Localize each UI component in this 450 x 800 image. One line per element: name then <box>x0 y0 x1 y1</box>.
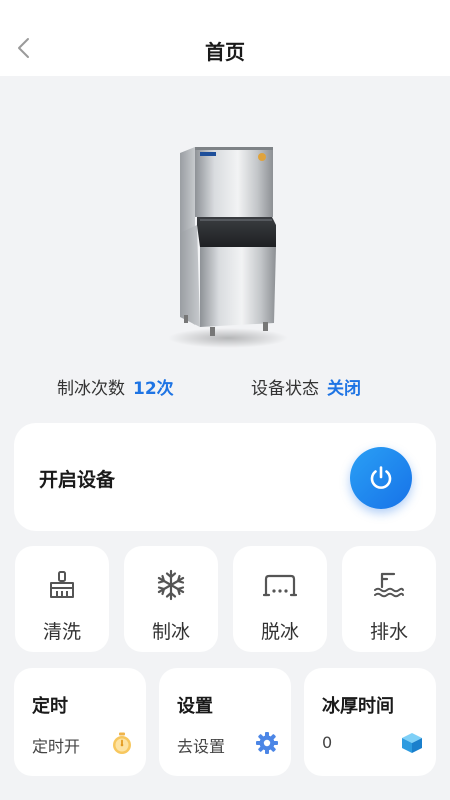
ice-tray-icon <box>263 574 297 597</box>
power-card: 开启设备 <box>14 423 436 531</box>
deice-button[interactable]: 脱冰 <box>233 546 327 652</box>
device-status-label: 设备状态 <box>251 379 319 399</box>
device-status-value: 关闭 <box>327 379 361 399</box>
ice-cube-icon <box>402 733 422 753</box>
timer-title: 定时 <box>32 696 68 717</box>
timer-card[interactable]: 定时 定时开 <box>14 668 146 776</box>
drain-button[interactable]: 排水 <box>342 546 436 652</box>
brush-icon <box>50 571 74 598</box>
settings-title: 设置 <box>177 696 213 717</box>
power-icon <box>370 466 392 489</box>
ice-thickness-value: 0 <box>322 733 333 752</box>
ice-count-label: 制冰次数 <box>57 379 125 399</box>
clean-label: 清洗 <box>42 621 81 643</box>
make-ice-label: 制冰 <box>151 621 190 643</box>
power-button[interactable] <box>350 447 412 509</box>
timer-icon <box>113 732 131 754</box>
settings-subtitle: 去设置 <box>177 737 226 756</box>
timer-subtitle: 定时开 <box>32 737 81 756</box>
power-label: 开启设备 <box>39 469 116 491</box>
ice-thickness-card[interactable]: 冰厚时间 0 <box>304 668 436 776</box>
header: 首页 <box>0 0 450 76</box>
page-title: 首页 <box>205 40 245 64</box>
snowflake-icon <box>157 569 185 601</box>
stats-bar: 制冰次数 12次 设备状态 关闭 <box>0 374 450 399</box>
ice-count-value: 12次 <box>133 379 174 399</box>
device-status-stat: 设备状态 关闭 <box>251 374 361 399</box>
info-row: 定时 定时开 设置 去设置 冰厚时间 0 <box>14 668 436 776</box>
deice-label: 脱冰 <box>260 621 299 643</box>
drain-label: 排水 <box>369 621 408 643</box>
ice-machine-image <box>150 135 300 360</box>
drain-icon <box>374 572 404 598</box>
ice-thickness-title: 冰厚时间 <box>322 696 394 717</box>
clean-button[interactable]: 清洗 <box>15 546 109 652</box>
settings-card[interactable]: 设置 去设置 <box>159 668 291 776</box>
ice-count-stat: 制冰次数 12次 <box>57 374 174 399</box>
make-ice-button[interactable]: 制冰 <box>124 546 218 652</box>
function-row: 清洗 制冰 脱冰 排水 <box>15 546 436 652</box>
gear-icon <box>256 732 278 754</box>
